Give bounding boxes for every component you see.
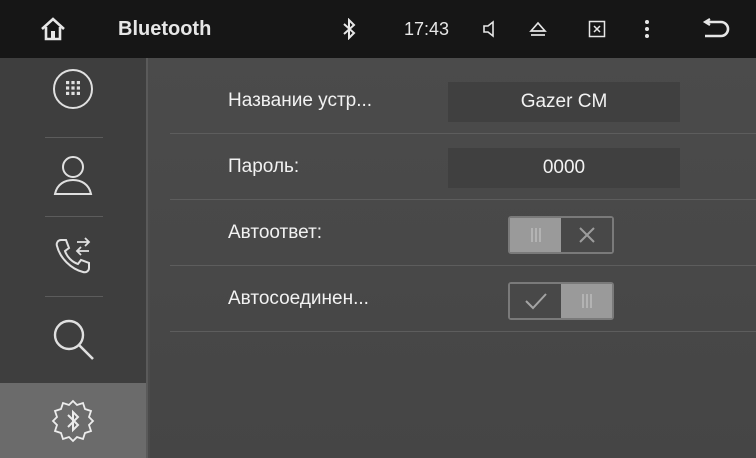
sidebar-divider bbox=[45, 296, 103, 297]
page-title: Bluetooth bbox=[118, 17, 212, 40]
back-icon bbox=[702, 18, 730, 38]
back-button[interactable] bbox=[690, 0, 740, 58]
eject-button[interactable] bbox=[522, 0, 554, 58]
bluetooth-icon bbox=[343, 18, 356, 40]
toggle-knob bbox=[510, 218, 561, 252]
sidebar-divider bbox=[45, 216, 103, 217]
auto-connect-row: Автосоединен... bbox=[170, 266, 756, 332]
menu-dots-icon bbox=[645, 20, 649, 38]
status-bar: Bluetooth 17:43 bbox=[0, 0, 756, 58]
sidebar-item-dialpad[interactable] bbox=[0, 58, 146, 120]
password-label: Пароль: bbox=[228, 156, 300, 177]
password-row[interactable]: Пароль: 0000 bbox=[170, 134, 756, 200]
auto-connect-label: Автосоединен... bbox=[228, 288, 369, 309]
sidebar-divider bbox=[45, 137, 103, 138]
grip-icon bbox=[530, 228, 541, 242]
auto-answer-label: Автоответ: bbox=[228, 222, 323, 243]
sidebar-item-call-log[interactable] bbox=[0, 218, 146, 294]
cross-icon bbox=[578, 227, 595, 243]
contacts-icon bbox=[53, 156, 93, 195]
check-icon bbox=[524, 293, 547, 310]
volume-icon bbox=[483, 20, 494, 38]
dialpad-icon bbox=[53, 69, 93, 109]
device-name-label: Название устр... bbox=[228, 90, 373, 111]
auto-answer-toggle[interactable] bbox=[508, 216, 614, 254]
home-button[interactable] bbox=[30, 0, 76, 58]
grip-icon bbox=[581, 294, 592, 308]
sidebar-item-search[interactable] bbox=[0, 298, 146, 380]
bluetooth-settings-icon bbox=[51, 399, 95, 442]
eject-icon bbox=[529, 21, 547, 36]
auto-connect-toggle[interactable] bbox=[508, 282, 614, 320]
password-field[interactable]: 0000 bbox=[448, 148, 680, 188]
call-log-icon bbox=[55, 237, 91, 274]
settings-panel: Название устр... Gazer CM Пароль: 0000 А… bbox=[150, 58, 756, 458]
screen-off-button[interactable] bbox=[582, 0, 612, 58]
sidebar-item-contacts[interactable] bbox=[0, 140, 146, 210]
auto-answer-row: Автоответ: bbox=[170, 200, 756, 266]
clock: 17:43 bbox=[404, 18, 450, 39]
device-name-row[interactable]: Название устр... Gazer CM bbox=[170, 68, 756, 134]
menu-button[interactable] bbox=[636, 0, 658, 58]
sidebar-item-bluetooth-settings[interactable] bbox=[0, 383, 146, 458]
screen-off-icon bbox=[588, 20, 606, 38]
toggle-knob bbox=[561, 284, 612, 318]
home-icon bbox=[41, 17, 65, 41]
toggle-off-side bbox=[561, 218, 612, 252]
toggle-on-side bbox=[510, 284, 561, 318]
search-icon bbox=[53, 319, 94, 360]
bluetooth-status bbox=[336, 0, 362, 58]
sidebar bbox=[0, 58, 148, 458]
volume-button[interactable] bbox=[476, 0, 506, 58]
device-name-field[interactable]: Gazer CM bbox=[448, 82, 680, 122]
